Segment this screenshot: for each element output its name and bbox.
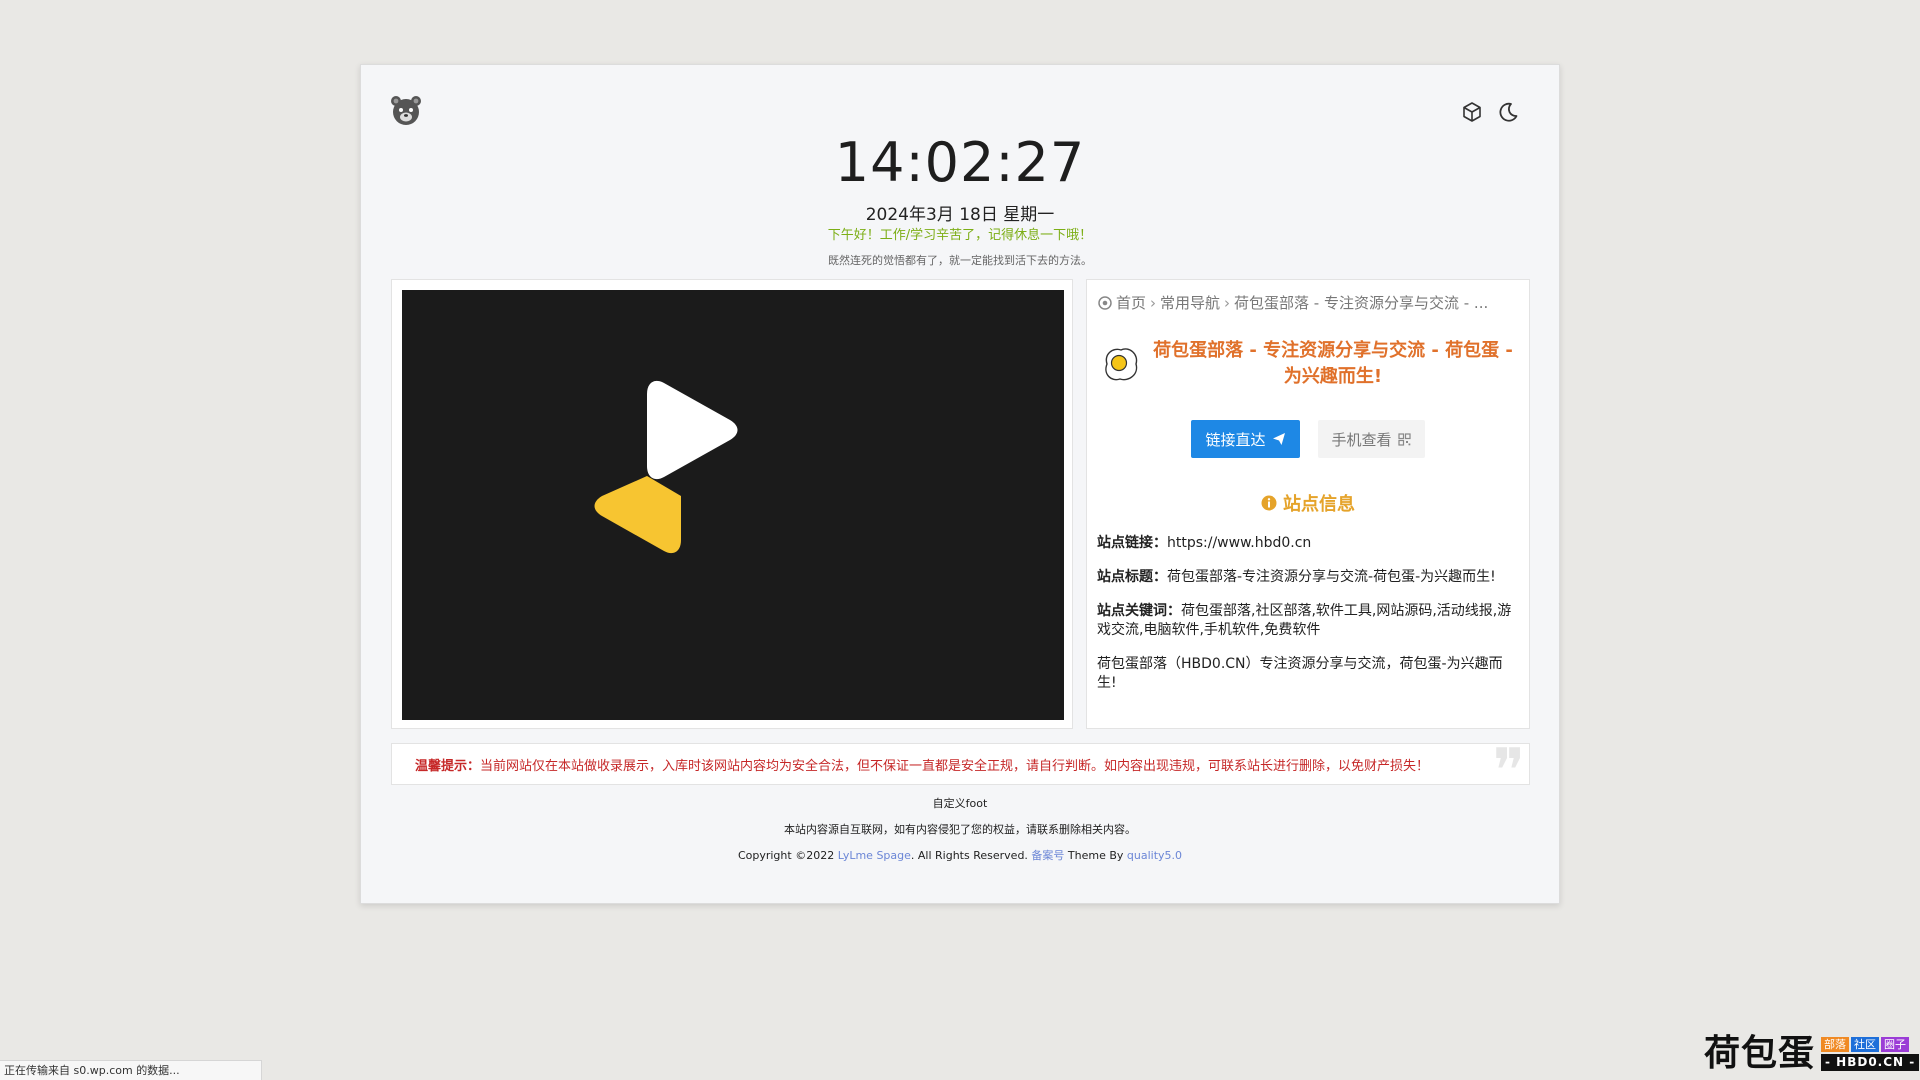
qrcode-icon [1397,432,1411,446]
breadcrumb-current: 荷包蛋部落 - 专注资源分享与交流 - ... [1234,294,1489,312]
site-link-row: 站点链接：https://www.hbd0.cn [1097,534,1519,553]
visit-link-label: 链接直达 [1205,430,1266,449]
site-link-label: 站点链接： [1097,535,1167,551]
site-link-value[interactable]: https://www.hbd0.cn [1167,535,1311,551]
play-logo-icon [594,380,738,554]
breadcrumb-category[interactable]: 常用导航 [1160,292,1220,313]
site-header: 荷包蛋部落 - 专注资源分享与交流 - 荷包蛋 - 为兴趣而生! [1099,338,1519,390]
site-description: 荷包蛋部落（HBD0.CN）专注资源分享与交流，荷包蛋-为兴趣而生! [1097,656,1503,691]
watermark-tag: 社区 [1851,1037,1880,1052]
date-text: 2024年3月 18日 星期一 [865,205,1055,225]
greeting-text: 下午好！工作/学习辛苦了，记得休息一下哦！ [827,228,1093,243]
top-icon-group [1461,101,1519,123]
site-keywords-row: 站点关键词：荷包蛋部落,社区部落,软件工具,网站源码,活动线报,游戏交流,电脑软… [1097,602,1519,640]
browser-status-bar: 正在传输来自 s0.wp.com 的数据... [0,1060,262,1080]
site-title-value: 荷包蛋部落-专注资源分享与交流-荷包蛋-为兴趣而生! [1167,569,1496,585]
notice-label: 温馨提示： [415,758,481,774]
video-panel [391,279,1073,729]
site-info-list: 站点链接：https://www.hbd0.cn 站点标题：荷包蛋部落-专注资源… [1097,534,1519,708]
quote-mark-icon: ❞ [1492,743,1525,785]
site-info-title: 站点信息 [1283,494,1355,515]
watermark-tag: 圈子 [1881,1037,1910,1052]
notice-text: 当前网站仅在本站做收录展示，入库时该网站内容均为安全合法，但不保证一直都是安全正… [480,758,1430,774]
info-circle-icon [1261,495,1277,511]
breadcrumb-home[interactable]: 首页 [1116,292,1146,313]
breadcrumb-separator: › [1150,293,1157,312]
icp-link[interactable]: 备案号 [1031,849,1064,862]
site-title-row: 站点标题：荷包蛋部落-专注资源分享与交流-荷包蛋-为兴趣而生! [1097,568,1519,587]
site-info-panel: 首页 › 常用导航 › 荷包蛋部落 - 专注资源分享与交流 - ... 荷包蛋部… [1086,279,1530,729]
cube-icon[interactable] [1461,101,1483,123]
site-title-label: 站点标题： [1097,569,1167,585]
watermark: 荷包蛋 部落 社区 圈子 - HBD0.CN - [1704,1033,1920,1074]
watermark-domain: - HBD0.CN - [1821,1054,1920,1071]
theme-by-text: Theme By [1064,849,1127,862]
bear-logo-icon[interactable] [389,93,423,127]
clock-time: 14:02:27 [834,131,1086,194]
breadcrumb-separator: › [1224,293,1231,312]
copyright-prefix: Copyright ©2022 [737,849,838,862]
footer-disclaimer: 本站内容源自互联网，如有内容侵犯了您的权益，请联系删除相关内容。 [784,823,1136,836]
action-buttons: 链接直达 手机查看 [1087,420,1529,458]
warning-notice: 温馨提示： 当前网站仅在本站做收录展示，入库时该网站内容均为安全合法，但不保证一… [391,743,1530,785]
paper-plane-icon [1272,433,1285,445]
mobile-view-button[interactable]: 手机查看 [1317,420,1425,458]
motto-text: 既然连死的觉悟都有了，就一定能找到活下去的方法。 [828,254,1092,267]
site-title: 荷包蛋部落 - 专注资源分享与交流 - 荷包蛋 - 为兴趣而生! [1153,340,1513,387]
main-card: 14:02:27 2024年3月 18日 星期一 下午好！工作/学习辛苦了，记得… [360,64,1560,904]
fried-egg-icon [1105,348,1138,381]
mobile-view-label: 手机查看 [1331,430,1392,449]
site-keywords-label: 站点关键词： [1097,603,1181,619]
visit-link-button[interactable]: 链接直达 [1191,420,1300,458]
moon-icon[interactable] [1497,101,1519,123]
custom-footer: 自定义foot [932,797,988,810]
watermark-tag: 部落 [1821,1037,1850,1052]
brand-link[interactable]: LyLme Spage [838,849,911,862]
site-info-heading: 站点信息 [1087,490,1529,516]
chrome-icon [1098,295,1112,310]
watermark-brand: 荷包蛋 [1704,1033,1816,1074]
footer-copyright: Copyright ©2022 LyLme Spage. All Rights … [361,847,1559,863]
video-player[interactable] [402,290,1064,720]
watermark-tag-group: 部落 社区 圈子 - HBD0.CN - [1821,1037,1920,1071]
breadcrumb: 首页 › 常用导航 › 荷包蛋部落 - 专注资源分享与交流 - ... [1098,292,1519,313]
theme-link[interactable]: quality5.0 [1127,849,1182,862]
rights-text: . All Rights Reserved. [910,849,1032,862]
